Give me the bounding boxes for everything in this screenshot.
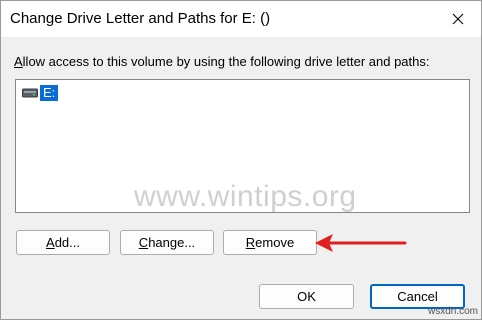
drive-paths-listbox[interactable]: E: www.wintips.org <box>15 79 470 213</box>
description-text: llow access to this volume by using the … <box>22 54 430 69</box>
change-label: hange... <box>148 235 196 250</box>
add-button[interactable]: Add... <box>16 230 110 255</box>
remove-label: emove <box>255 235 295 250</box>
list-item[interactable]: E: <box>22 85 59 101</box>
close-icon <box>452 13 464 25</box>
corner-watermark: wsxdn.com <box>427 306 478 317</box>
ok-button[interactable]: OK <box>259 284 354 309</box>
dialog-body: Allow access to this volume by using the… <box>1 37 481 319</box>
description-label: Allow access to this volume by using the… <box>14 54 430 69</box>
add-label: dd... <box>54 235 80 250</box>
dialog-window: Change Drive Letter and Paths for E: () … <box>0 0 482 320</box>
remove-accesskey: R <box>245 235 256 250</box>
description-accesskey: A <box>14 54 23 69</box>
change-button[interactable]: Change... <box>120 230 214 255</box>
watermark-text: www.wintips.org <box>134 180 357 213</box>
change-accesskey: C <box>138 235 149 250</box>
add-accesskey: A <box>46 235 55 250</box>
list-item-label: E: <box>40 85 59 101</box>
title-bar: Change Drive Letter and Paths for E: () <box>1 1 481 37</box>
drive-icon <box>22 85 38 101</box>
red-arrow-icon <box>315 234 407 252</box>
close-button[interactable] <box>435 1 481 37</box>
window-title: Change Drive Letter and Paths for E: () <box>10 10 271 27</box>
